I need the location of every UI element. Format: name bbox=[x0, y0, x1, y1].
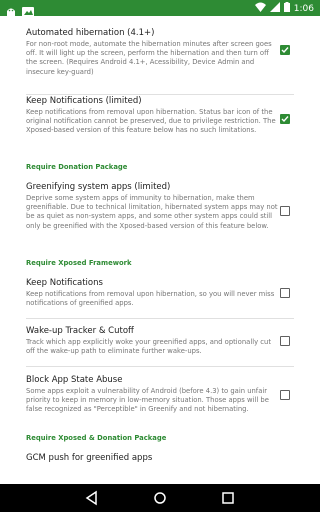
setting-block-app-state-abuse[interactable]: Block App State Abuse Some apps exploit … bbox=[26, 375, 278, 415]
divider bbox=[26, 94, 294, 95]
setting-keep-notifications-limited[interactable]: Keep Notifications (limited) Keep notifi… bbox=[26, 96, 278, 136]
back-icon[interactable] bbox=[84, 490, 100, 506]
setting-title: Wake-up Tracker & Cutoff bbox=[26, 326, 134, 336]
setting-summary: For non-root mode, automate the hibernat… bbox=[26, 40, 272, 76]
divider bbox=[26, 366, 294, 367]
category-header: Require Donation Package bbox=[26, 163, 128, 171]
setting-title: Keep Notifications (limited) bbox=[26, 96, 142, 106]
status-time: 1:06 bbox=[293, 4, 314, 14]
status-bar: 1:06 bbox=[0, 0, 320, 17]
setting-title: GCM push for greenified apps bbox=[26, 453, 153, 463]
setting-title: Greenifying system apps (limited) bbox=[26, 182, 171, 192]
wifi-icon bbox=[254, 2, 266, 16]
battery-icon bbox=[283, 2, 290, 16]
wake-up-tracker-checkbox[interactable] bbox=[280, 336, 290, 346]
navigation-bar bbox=[0, 484, 320, 512]
setting-summary: Some apps exploit a vulnerability of And… bbox=[26, 387, 269, 414]
keep-notifications-checkbox[interactable] bbox=[280, 288, 290, 298]
setting-gcm-push[interactable]: GCM push for greenified apps bbox=[26, 453, 278, 464]
category-header: Require Xposed & Donation Package bbox=[26, 434, 167, 442]
greenifying-system-apps-checkbox[interactable] bbox=[280, 206, 290, 216]
setting-keep-notifications[interactable]: Keep Notifications Keep notifications fr… bbox=[26, 278, 278, 308]
setting-summary: Keep notifications from removal upon hib… bbox=[26, 290, 275, 308]
setting-summary: Track which app explicitly woke your gre… bbox=[26, 338, 271, 356]
home-icon[interactable] bbox=[152, 490, 168, 506]
keep-notifications-limited-checkbox[interactable] bbox=[280, 114, 290, 124]
signal-icon bbox=[269, 2, 280, 16]
divider bbox=[26, 318, 294, 319]
setting-summary: Deprive some system apps of immunity to … bbox=[26, 194, 278, 230]
recents-icon[interactable] bbox=[220, 490, 236, 506]
settings-list[interactable]: Automated hibernation (4.1+) For non-roo… bbox=[0, 16, 320, 484]
setting-summary: Keep notifications from removal upon hib… bbox=[26, 108, 276, 135]
setting-automated-hibernation[interactable]: Automated hibernation (4.1+) For non-roo… bbox=[26, 28, 278, 77]
setting-greenifying-system-apps[interactable]: Greenifying system apps (limited) Depriv… bbox=[26, 182, 278, 231]
block-app-state-abuse-checkbox[interactable] bbox=[280, 390, 290, 400]
automated-hibernation-checkbox[interactable] bbox=[280, 45, 290, 55]
setting-title: Automated hibernation (4.1+) bbox=[26, 28, 155, 38]
category-header: Require Xposed Framework bbox=[26, 259, 132, 267]
setting-wake-up-tracker[interactable]: Wake-up Tracker & Cutoff Track which app… bbox=[26, 326, 278, 356]
setting-title: Block App State Abuse bbox=[26, 375, 123, 385]
setting-title: Keep Notifications bbox=[26, 278, 103, 288]
